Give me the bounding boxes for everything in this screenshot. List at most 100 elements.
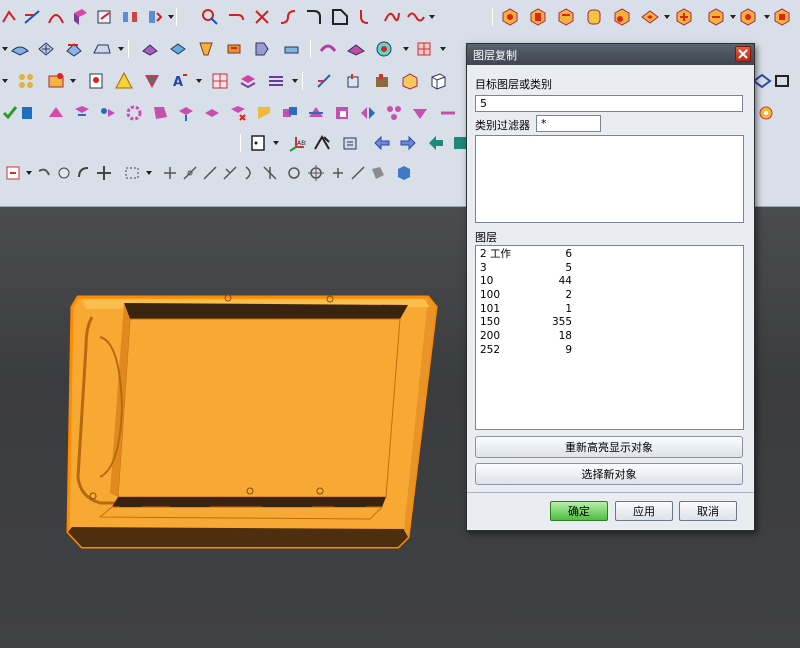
text-annotation-icon[interactable]: A: [170, 71, 190, 91]
snap-icon[interactable]: [54, 163, 74, 183]
target-layer-input[interactable]: 5: [475, 95, 743, 112]
snap-control-icon[interactable]: [220, 163, 240, 183]
mirror-icon[interactable]: [120, 7, 140, 27]
chamfer-curve-icon[interactable]: [330, 7, 350, 27]
wave-curve-icon[interactable]: [406, 7, 426, 27]
csys-icon[interactable]: ABS: [286, 133, 306, 153]
patch-icon[interactable]: [98, 103, 118, 123]
pattern-icon[interactable]: [145, 7, 165, 27]
block-icon[interactable]: [500, 7, 520, 27]
trim-curve-icon[interactable]: [226, 7, 246, 27]
solid-icon[interactable]: [394, 163, 414, 183]
mesh-surface-icon[interactable]: [36, 39, 56, 59]
snap-curve-icon[interactable]: [348, 163, 368, 183]
warning-icon[interactable]: [114, 71, 134, 91]
global-shaping-icon[interactable]: [414, 39, 434, 59]
select-filter-icon[interactable]: [4, 163, 24, 183]
measure-distance-icon[interactable]: [314, 71, 334, 91]
draft-icon[interactable]: [196, 39, 216, 59]
fillet-curve-icon[interactable]: [304, 7, 324, 27]
list-item[interactable]: 100 2: [476, 289, 743, 303]
resize-blend-icon[interactable]: [254, 103, 274, 123]
face-blend-icon[interactable]: [318, 39, 338, 59]
layer-list[interactable]: 2 工作 6 35 10 44 100 2 101 1 150 355 200 18 252…: [475, 245, 744, 430]
move-face-icon[interactable]: [176, 103, 196, 123]
snap-endpoint-icon[interactable]: [160, 163, 180, 183]
list-item[interactable]: 150 355: [476, 316, 743, 330]
intersect-icon[interactable]: [738, 7, 758, 27]
list-item[interactable]: 2 工作 6: [476, 248, 743, 262]
cone-icon[interactable]: [556, 7, 576, 27]
list-item[interactable]: 10 44: [476, 275, 743, 289]
undo-icon[interactable]: [34, 163, 54, 183]
box-selection-icon[interactable]: [122, 163, 142, 183]
copy-face-icon[interactable]: [280, 103, 300, 123]
grid-icon[interactable]: [210, 71, 230, 91]
list-item[interactable]: 101 1: [476, 303, 743, 317]
sprocket-icon[interactable]: [124, 103, 144, 123]
paste-face-icon[interactable]: [332, 103, 352, 123]
sew-icon[interactable]: [72, 103, 92, 123]
snap-center-icon[interactable]: [284, 163, 304, 183]
delete-face-icon[interactable]: [228, 103, 248, 123]
rotate-icon[interactable]: [74, 163, 94, 183]
surface-icon[interactable]: [10, 39, 30, 59]
layer-settings-icon[interactable]: [238, 71, 258, 91]
assembly-icon[interactable]: [16, 71, 36, 91]
sweep-icon[interactable]: [64, 39, 84, 59]
cut-face-icon[interactable]: [306, 103, 326, 123]
extrude-icon[interactable]: [70, 7, 90, 27]
pattern-face-icon[interactable]: [384, 103, 404, 123]
list-item[interactable]: 252 9: [476, 344, 743, 358]
snap-line-icon[interactable]: [200, 163, 220, 183]
cylinder-icon[interactable]: [528, 7, 548, 27]
close-button[interactable]: [735, 46, 751, 62]
snap-arc-icon[interactable]: [240, 163, 260, 183]
box-select-icon[interactable]: [400, 71, 420, 91]
rehighlight-objects-button[interactable]: 重新高亮显示对象: [475, 436, 743, 458]
ruled-surface-icon[interactable]: [92, 39, 112, 59]
point-constructor-icon[interactable]: [312, 133, 332, 153]
trim-body-icon[interactable]: [772, 7, 792, 27]
view-cube-icon[interactable]: [428, 71, 448, 91]
layer-list-icon[interactable]: [266, 71, 286, 91]
offset-curve-icon[interactable]: [200, 7, 220, 27]
component-icon[interactable]: [46, 71, 66, 91]
line-icon[interactable]: [22, 7, 42, 27]
measure-body-icon[interactable]: [344, 71, 364, 91]
cancel-button[interactable]: 取消: [679, 501, 737, 521]
snap-intersection-icon[interactable]: [260, 163, 280, 183]
category-list[interactable]: [475, 135, 744, 223]
styled-blend-icon[interactable]: [374, 39, 394, 59]
category-filter-input[interactable]: *: [536, 115, 601, 132]
check-icon[interactable]: [0, 103, 20, 123]
wcs-icon[interactable]: [340, 133, 360, 153]
wireframe-icon[interactable]: [772, 71, 792, 91]
offset-face-icon[interactable]: [202, 103, 222, 123]
dialog-title-bar[interactable]: 图层复制: [467, 44, 754, 65]
arrow-left-icon[interactable]: [372, 133, 392, 153]
sheet-icon[interactable]: [248, 133, 268, 153]
arc-icon[interactable]: [46, 7, 66, 27]
ok-button[interactable]: 确定: [550, 501, 608, 521]
analysis-icon[interactable]: [142, 71, 162, 91]
replace-face-icon[interactable]: [150, 103, 170, 123]
snap-existing-icon[interactable]: [328, 163, 348, 183]
apply-button[interactable]: 应用: [615, 501, 673, 521]
arrow-right-icon[interactable]: [398, 133, 418, 153]
thicken-icon[interactable]: [140, 39, 160, 59]
blend-icon[interactable]: [252, 39, 272, 59]
join-curve-icon[interactable]: [356, 7, 376, 27]
trim-sheet-icon[interactable]: [18, 103, 38, 123]
unite-icon[interactable]: [674, 7, 694, 27]
bridge-curve-icon[interactable]: [278, 7, 298, 27]
snap-face-icon[interactable]: [368, 163, 388, 183]
select-new-objects-button[interactable]: 选择新对象: [475, 463, 743, 485]
project-curve-icon[interactable]: [382, 7, 402, 27]
sketch-icon[interactable]: [95, 7, 115, 27]
offset-surface-icon[interactable]: [168, 39, 188, 59]
soft-blend-icon[interactable]: [346, 39, 366, 59]
gear-icon[interactable]: [756, 103, 776, 123]
subtract-icon[interactable]: [706, 7, 726, 27]
snap-midpoint-icon[interactable]: [180, 163, 200, 183]
